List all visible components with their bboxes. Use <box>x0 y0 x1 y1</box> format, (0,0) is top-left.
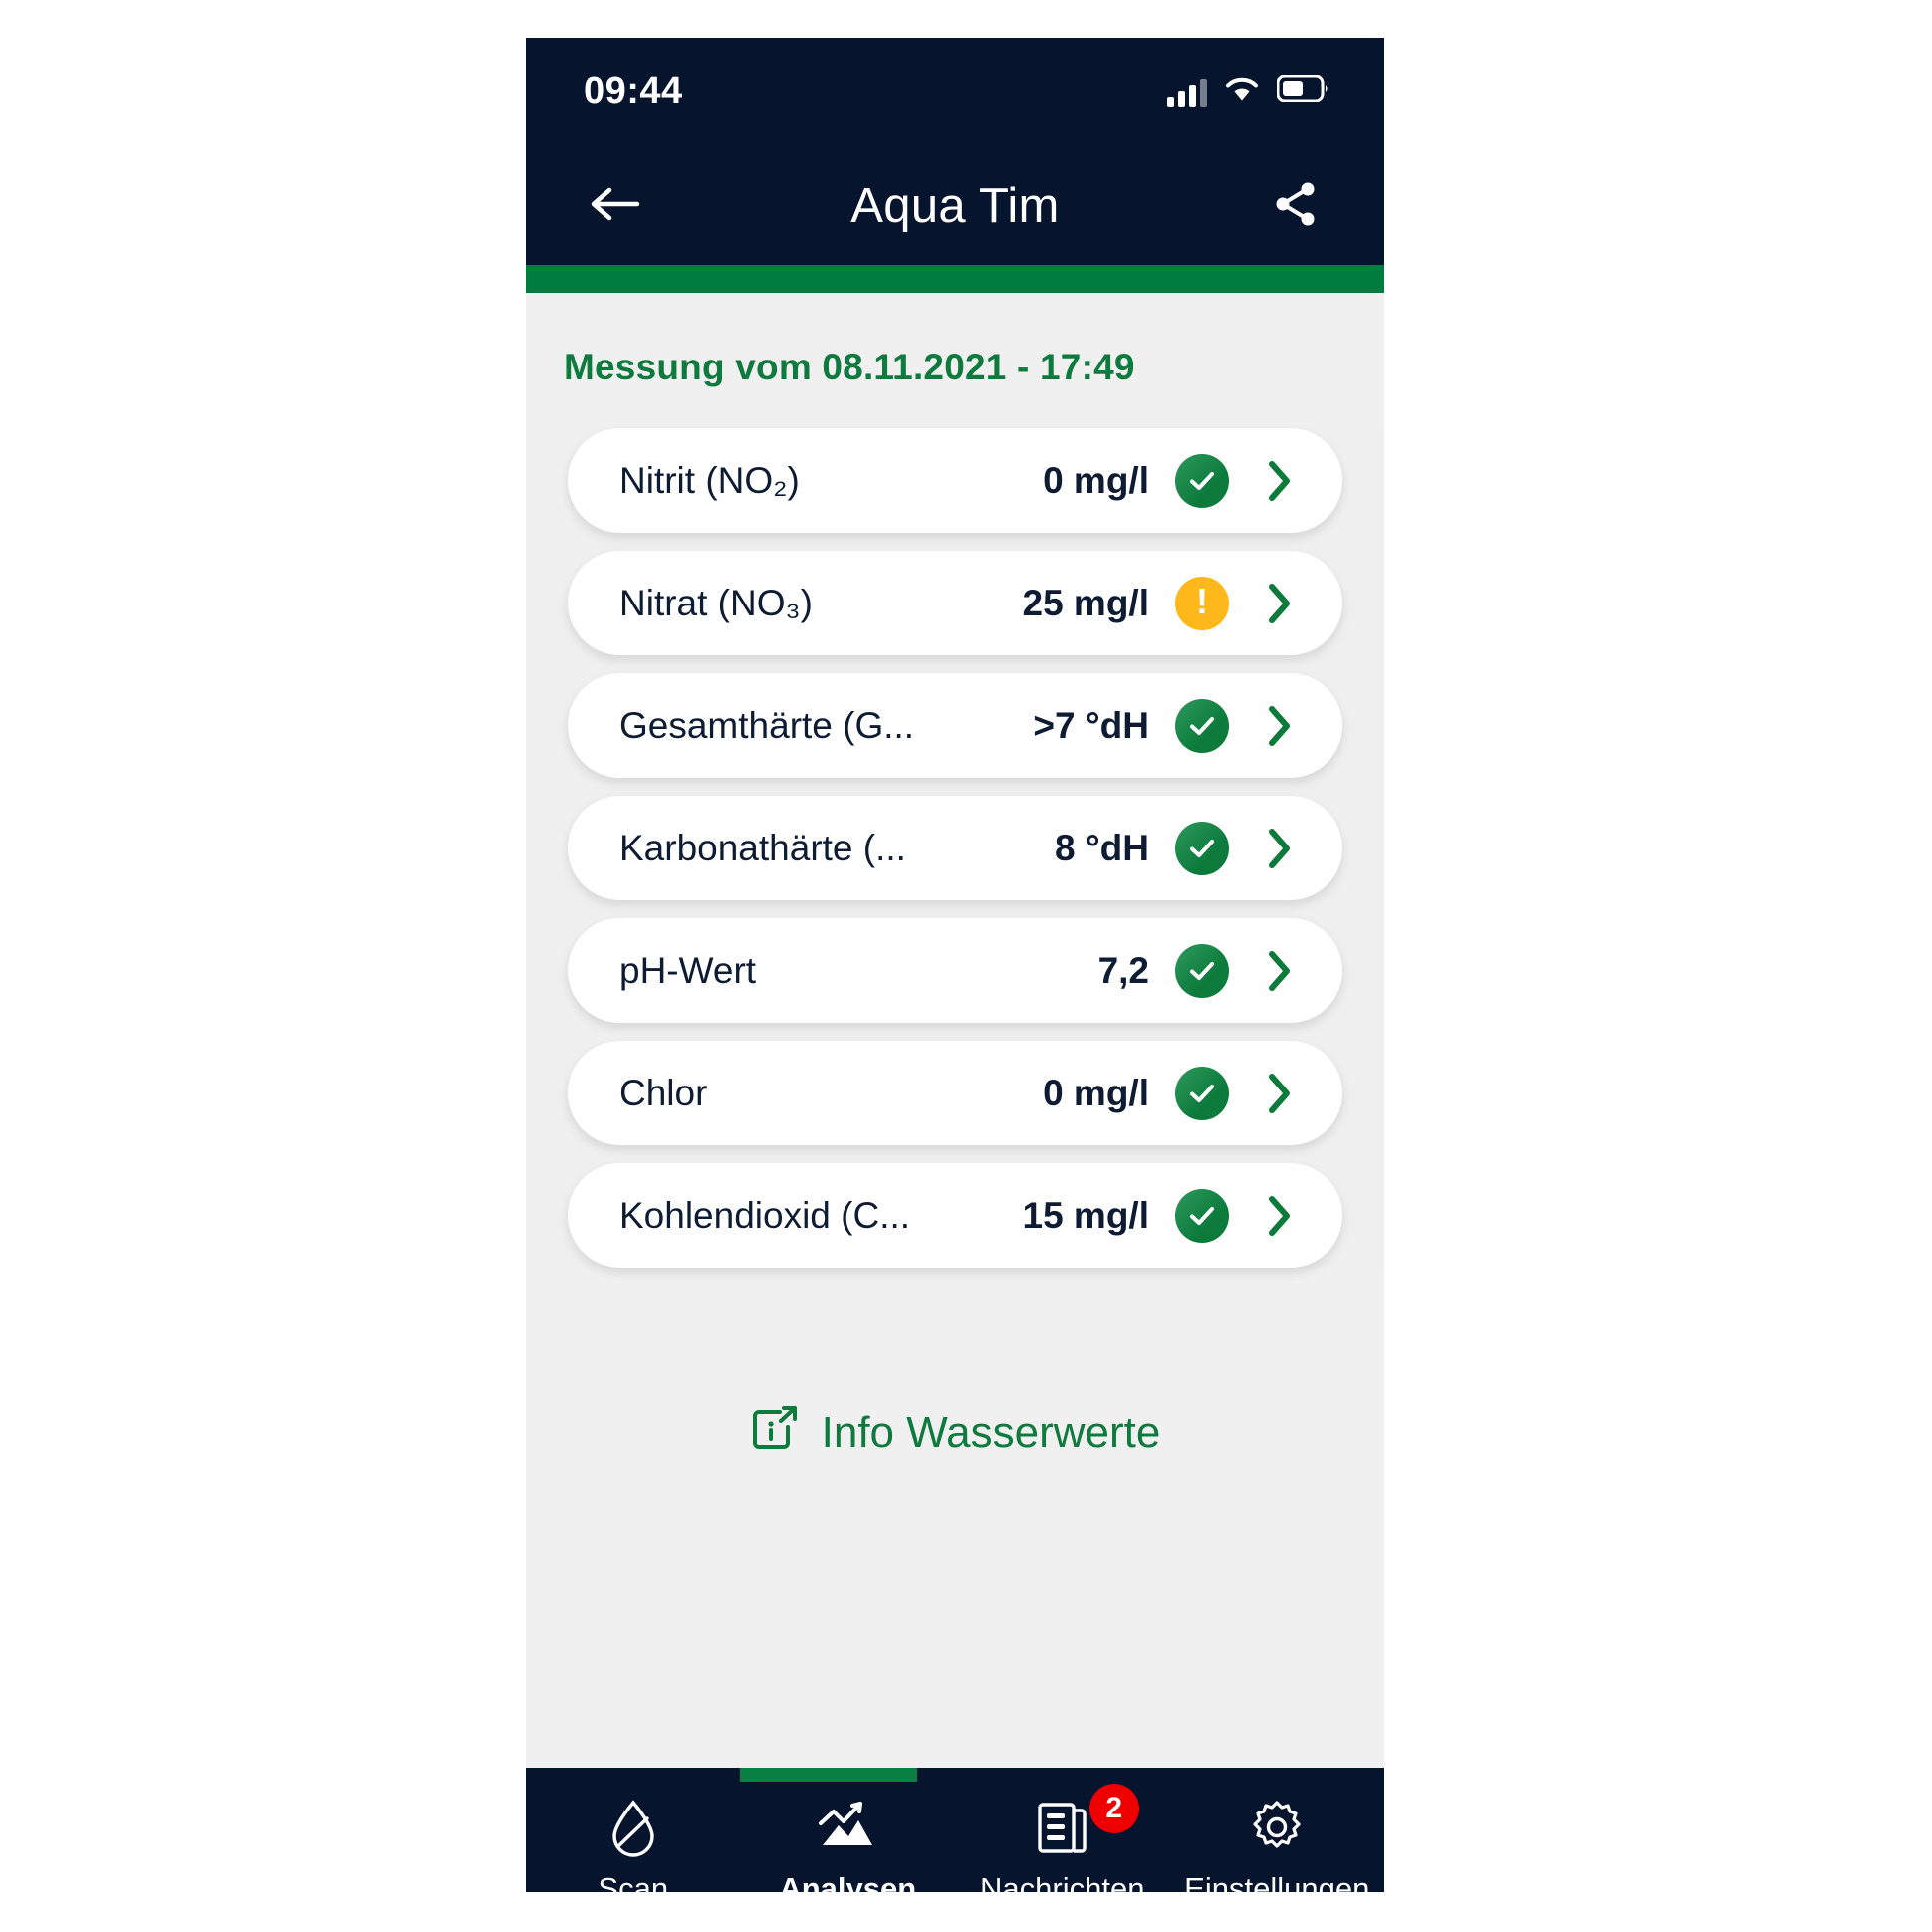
chevron-right-icon[interactable] <box>1259 459 1301 503</box>
water-values-list: Nitrit (NO₂) 0 mg/l Nitrat (NO₃) 25 mg/l… <box>526 428 1384 1268</box>
row-value: 0 mg/l <box>1043 459 1149 501</box>
nav-label-einstellungen: Einstellungen <box>1184 1871 1370 1892</box>
water-drop-scan-icon <box>606 1798 660 1857</box>
nav-label-analysen: Analysen <box>779 1871 917 1892</box>
row-label: Nitrat (NO₃) <box>619 582 813 623</box>
battery-icon <box>1276 74 1328 107</box>
table-row[interactable]: pH-Wert 7,2 <box>568 918 1342 1023</box>
nav-item-scan[interactable]: Scan <box>526 1798 741 1892</box>
page-title: Aqua Tim <box>850 179 1060 233</box>
row-label: Chlor <box>619 1072 708 1113</box>
bottom-navigation: Scan Analysen 2 Nachrichten Einstellunge… <box>526 1768 1384 1892</box>
info-external-link-icon <box>750 1405 800 1460</box>
row-label: Kohlendioxid (C... <box>619 1194 911 1236</box>
chevron-right-icon[interactable] <box>1259 949 1301 993</box>
active-tab-indicator <box>740 1768 917 1782</box>
news-document-icon: 2 <box>1036 1784 1139 1857</box>
row-value: 25 mg/l <box>1022 582 1150 623</box>
row-label: pH-Wert <box>619 949 757 991</box>
row-value: 7,2 <box>1097 949 1149 991</box>
wifi-icon <box>1225 76 1259 107</box>
phone-screen: 09:44 Aqua Tim Messung vom 08.11.2021 - … <box>526 38 1384 1892</box>
nav-item-analysen[interactable]: Analysen <box>741 1798 956 1892</box>
exclamation-glyph: ! <box>1196 581 1208 621</box>
nav-item-nachrichten[interactable]: 2 Nachrichten <box>955 1784 1170 1892</box>
row-label: Karbonathärte (... <box>619 827 906 868</box>
share-button[interactable] <box>1261 171 1330 241</box>
row-value: 15 mg/l <box>1022 1194 1150 1236</box>
back-button[interactable] <box>580 171 649 241</box>
main-content: Messung vom 08.11.2021 - 17:49 Nitrit (N… <box>526 293 1384 1768</box>
row-value: 0 mg/l <box>1043 1072 1149 1113</box>
table-row[interactable]: Chlor 0 mg/l <box>568 1041 1342 1145</box>
check-circle-icon <box>1175 1188 1229 1243</box>
chevron-right-icon[interactable] <box>1259 1194 1301 1238</box>
check-circle-icon <box>1175 1066 1229 1120</box>
table-row[interactable]: Kohlendioxid (C... 15 mg/l <box>568 1163 1342 1268</box>
row-label: Nitrit (NO₂) <box>619 459 800 501</box>
row-value: >7 °dH <box>1033 704 1149 746</box>
status-badge: 2 <box>1088 1784 1139 1833</box>
screenshot-stage: 09:44 Aqua Tim Messung vom 08.11.2021 - … <box>0 0 1932 1932</box>
check-circle-icon <box>1175 943 1229 998</box>
back-arrow-icon <box>589 184 640 229</box>
chevron-right-icon[interactable] <box>1259 704 1301 748</box>
measurement-timestamp: Messung vom 08.11.2021 - 17:49 <box>564 347 1135 387</box>
accent-divider <box>526 265 1384 293</box>
signal-bars-icon <box>1167 79 1207 107</box>
gear-icon <box>1248 1798 1306 1857</box>
table-row[interactable]: Nitrat (NO₃) 25 mg/l ! <box>568 551 1342 655</box>
chevron-right-icon[interactable] <box>1259 582 1301 625</box>
app-header: Aqua Tim <box>526 147 1384 265</box>
row-label: Gesamthärte (G... <box>619 704 915 746</box>
table-row[interactable]: Nitrit (NO₂) 0 mg/l <box>568 428 1342 533</box>
info-wasserwerte-link[interactable]: Info Wasserwerte <box>526 1286 1384 1460</box>
check-circle-icon <box>1175 821 1229 875</box>
nav-item-einstellungen[interactable]: Einstellungen <box>1170 1798 1385 1892</box>
info-wasserwerte-label: Info Wasserwerte <box>821 1407 1161 1457</box>
warning-circle-icon: ! <box>1175 576 1229 630</box>
status-bar-clock: 09:44 <box>584 70 683 112</box>
chevron-right-icon[interactable] <box>1259 1072 1301 1115</box>
check-circle-icon <box>1175 698 1229 753</box>
row-value: 8 °dH <box>1055 827 1149 868</box>
table-row[interactable]: Gesamthärte (G... >7 °dH <box>568 673 1342 778</box>
chart-mountain-icon <box>817 1798 878 1857</box>
check-circle-icon <box>1175 453 1229 508</box>
nav-label-scan: Scan <box>598 1871 669 1892</box>
status-bar-icons <box>1167 74 1328 111</box>
share-icon <box>1271 179 1321 234</box>
status-bar: 09:44 <box>526 38 1384 147</box>
chevron-right-icon[interactable] <box>1259 827 1301 870</box>
table-row[interactable]: Karbonathärte (... 8 °dH <box>568 796 1342 900</box>
nav-label-nachrichten: Nachrichten <box>980 1871 1145 1892</box>
